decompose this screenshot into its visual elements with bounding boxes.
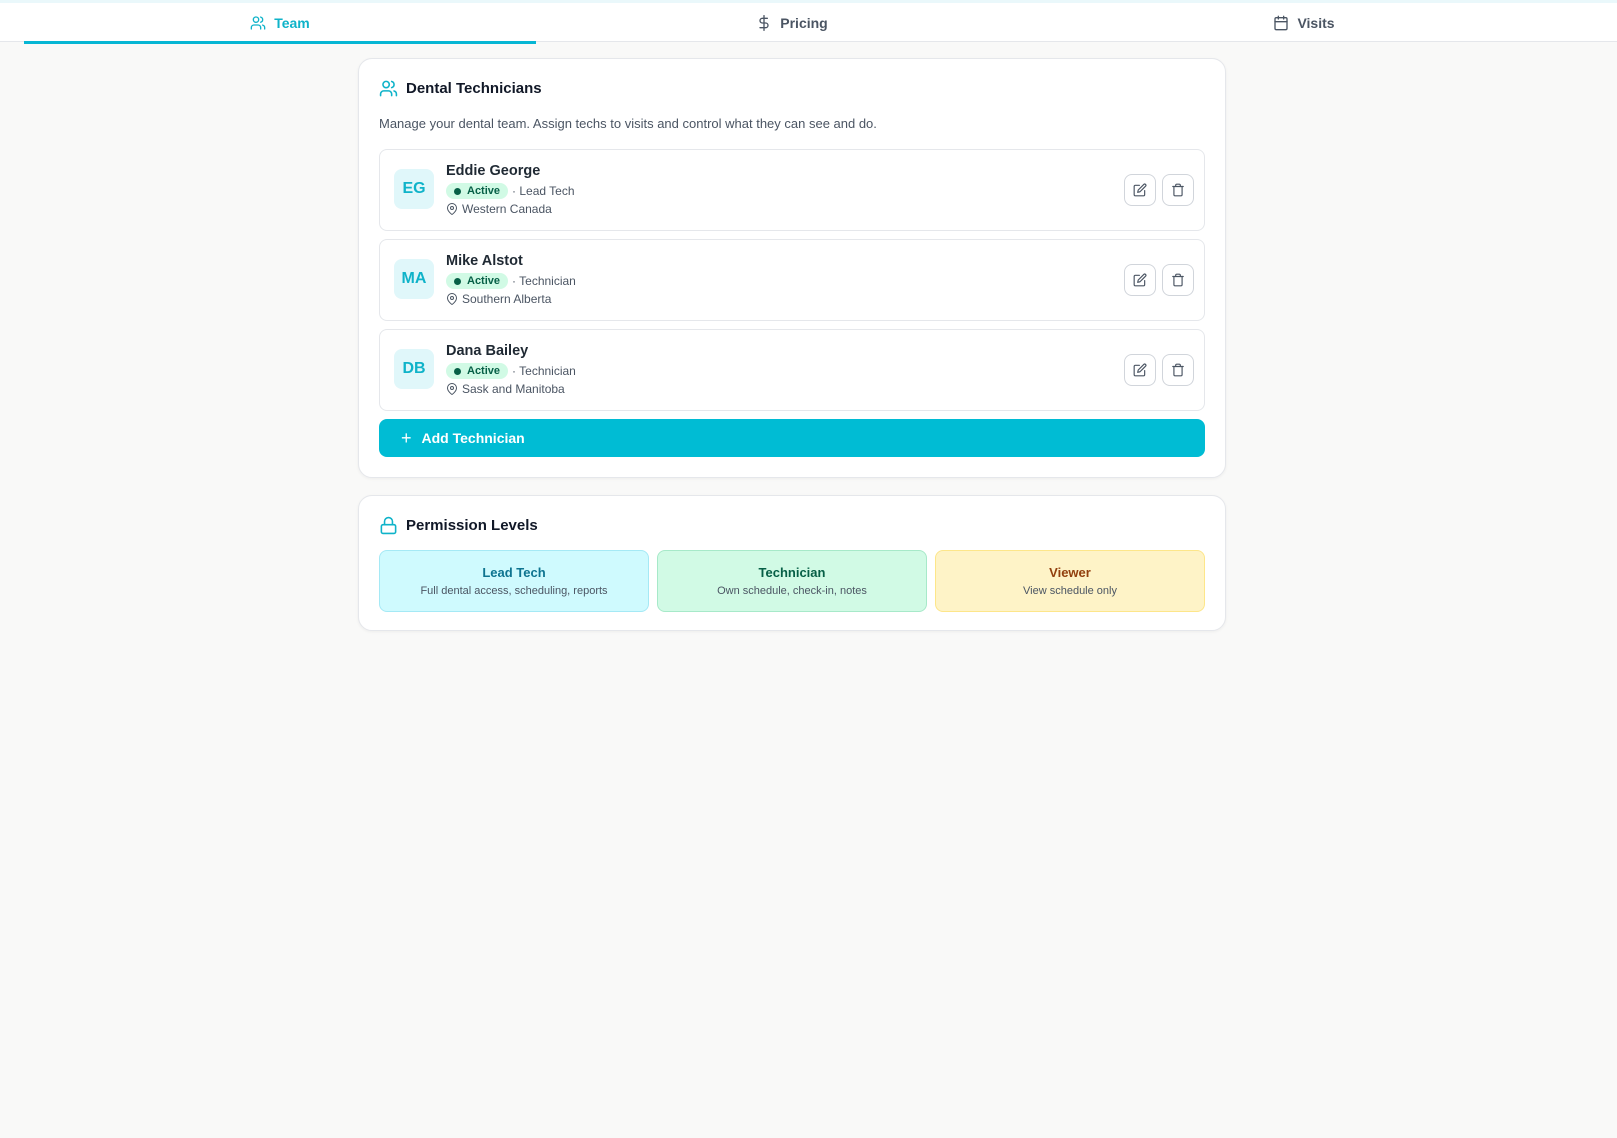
edit-icon bbox=[1133, 363, 1147, 377]
plus-icon: + bbox=[401, 428, 412, 448]
technician-role: · Technician bbox=[512, 364, 576, 378]
location-label: Western Canada bbox=[462, 202, 552, 216]
technician-meta: Active · Technician bbox=[446, 273, 576, 289]
tab-bar: Team Pricing Visits bbox=[0, 0, 1617, 44]
technician-name: Dana Bailey bbox=[446, 343, 529, 359]
permission-description: Own schedule, check-in, notes bbox=[717, 585, 867, 597]
card-header: Permission Levels bbox=[379, 516, 538, 535]
edit-icon bbox=[1133, 273, 1147, 287]
edit-icon bbox=[1133, 183, 1147, 197]
status-dot-icon bbox=[454, 187, 461, 195]
tab-pricing[interactable]: Pricing bbox=[536, 3, 1048, 42]
lock-icon bbox=[380, 516, 397, 535]
technician-row: DB Dana Bailey Active · Technician Sask … bbox=[379, 329, 1205, 411]
avatar: EG bbox=[394, 169, 434, 209]
permission-description: Full dental access, scheduling, reports bbox=[420, 585, 608, 597]
avatar: DB bbox=[394, 349, 434, 389]
calendar-icon bbox=[1274, 15, 1289, 30]
tab-label: Visits bbox=[1297, 14, 1335, 31]
edit-button[interactable] bbox=[1124, 354, 1156, 386]
card-title: Permission Levels bbox=[406, 517, 538, 534]
technician-row: MA Mike Alstot Active · Technician South… bbox=[379, 239, 1205, 321]
map-pin-icon bbox=[447, 383, 457, 395]
technician-meta: Active · Lead Tech bbox=[446, 183, 575, 199]
permission-title: Viewer bbox=[1049, 565, 1091, 580]
location-label: Sask and Manitoba bbox=[462, 382, 565, 396]
tab-team[interactable]: Team bbox=[24, 3, 536, 44]
status-badge: Active bbox=[446, 363, 509, 379]
add-technician-button[interactable]: + Add Technician bbox=[379, 419, 1205, 457]
tab-visits[interactable]: Visits bbox=[1048, 3, 1560, 42]
technician-location: Southern Alberta bbox=[446, 292, 551, 306]
map-pin-icon bbox=[447, 203, 457, 215]
tab-label: Pricing bbox=[780, 14, 828, 31]
card-title: Dental Technicians bbox=[406, 80, 542, 97]
permission-viewer: Viewer View schedule only bbox=[935, 550, 1205, 612]
edit-button[interactable] bbox=[1124, 264, 1156, 296]
status-badge: Active bbox=[446, 273, 509, 289]
edit-button[interactable] bbox=[1124, 174, 1156, 206]
card-header: Dental Technicians bbox=[379, 79, 542, 98]
delete-button[interactable] bbox=[1162, 174, 1194, 206]
technicians-card: Dental Technicians Manage your dental te… bbox=[358, 58, 1226, 478]
status-label: Active bbox=[467, 275, 501, 287]
technician-location: Sask and Manitoba bbox=[446, 382, 565, 396]
status-dot-icon bbox=[454, 367, 461, 375]
map-pin-icon bbox=[447, 293, 457, 305]
location-label: Southern Alberta bbox=[462, 292, 552, 306]
permission-technician: Technician Own schedule, check-in, notes bbox=[657, 550, 927, 612]
permission-lead-tech: Lead Tech Full dental access, scheduling… bbox=[379, 550, 649, 612]
add-button-label: Add Technician bbox=[421, 430, 525, 446]
dollar-icon bbox=[759, 14, 769, 31]
status-badge: Active bbox=[446, 183, 509, 199]
permission-description: View schedule only bbox=[1023, 585, 1117, 597]
status-dot-icon bbox=[454, 277, 461, 285]
tab-label: Team bbox=[274, 14, 310, 31]
trash-icon bbox=[1172, 183, 1184, 197]
status-label: Active bbox=[467, 365, 501, 377]
technician-location: Western Canada bbox=[446, 202, 552, 216]
delete-button[interactable] bbox=[1162, 354, 1194, 386]
permissions-card: Permission Levels Lead Tech Full dental … bbox=[358, 495, 1226, 631]
users-icon bbox=[379, 80, 398, 97]
trash-icon bbox=[1172, 363, 1184, 377]
card-description: Manage your dental team. Assign techs to… bbox=[379, 116, 877, 131]
users-icon bbox=[250, 15, 266, 30]
permission-title: Lead Tech bbox=[482, 565, 546, 580]
trash-icon bbox=[1172, 273, 1184, 287]
technician-name: Mike Alstot bbox=[446, 253, 523, 269]
technician-row: EG Eddie George Active · Lead Tech Weste… bbox=[379, 149, 1205, 231]
technician-name: Eddie George bbox=[446, 163, 541, 179]
technician-role: · Technician bbox=[512, 274, 576, 288]
delete-button[interactable] bbox=[1162, 264, 1194, 296]
permission-title: Technician bbox=[758, 565, 826, 580]
technician-meta: Active · Technician bbox=[446, 363, 576, 379]
status-label: Active bbox=[467, 185, 501, 197]
technician-role: · Lead Tech bbox=[512, 184, 575, 198]
avatar: MA bbox=[394, 259, 434, 299]
